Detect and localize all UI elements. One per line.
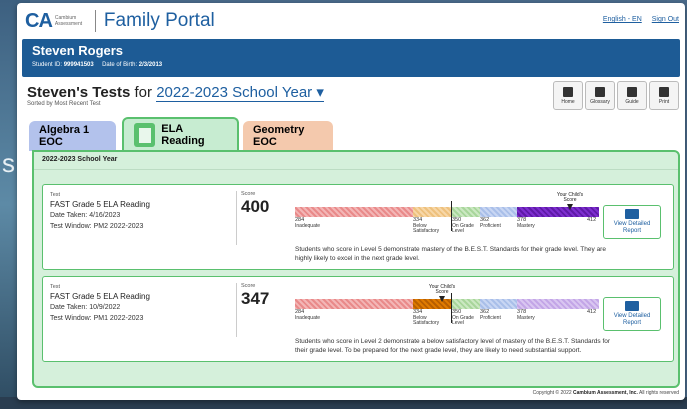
score-marker: Your Child's Score: [427, 285, 457, 302]
test-name: FAST Grade 5 ELA Reading: [50, 200, 150, 209]
portal-window: CA Cambium Assessment Family Portal Engl…: [17, 3, 685, 400]
print-label: Print: [658, 98, 670, 105]
date-label: Date Taken:: [50, 304, 88, 311]
level-1-segment: [295, 207, 413, 217]
panel-year: 2022-2023 School Year: [34, 152, 678, 170]
logo-mark: CA: [25, 9, 53, 32]
tab-ela-label: ELA Reading: [161, 123, 205, 147]
glossary-button[interactable]: Glossary: [585, 81, 615, 110]
copyright-company: Cambium Assessment, Inc.: [573, 390, 638, 396]
date-value: 10/9/2022: [89, 304, 121, 311]
dob-label: Date of Birth:: [102, 62, 138, 68]
view-report-label: View Detailed Report: [613, 221, 651, 234]
score-marker: Your Child's Score: [555, 193, 585, 210]
tests-for: for: [134, 84, 153, 101]
logo-divider: [94, 10, 96, 32]
level-label: On Grade Level: [452, 223, 474, 234]
window-value: PM1 2022-2023: [93, 315, 144, 322]
report-icon: [625, 209, 639, 219]
level-label: Proficient: [480, 223, 501, 229]
level-3-segment: [451, 207, 480, 217]
caret-down-icon: ▾: [316, 84, 324, 101]
score-value: 347: [241, 289, 270, 308]
level-label: Below Satisfactory: [413, 223, 440, 234]
student-id-value: 999941503: [63, 62, 94, 68]
guide-button[interactable]: Guide: [617, 81, 647, 110]
marker-label: Your Child's Score: [428, 284, 456, 295]
glossary-label: Glossary: [590, 98, 610, 105]
subject-tabs: Algebra 1 EOC ELA Reading Geometry EOC: [17, 117, 685, 151]
level-label: Inadequate: [295, 315, 321, 321]
results-panel: 2022-2023 School Year Test FAST Grade 5 …: [32, 150, 680, 388]
date-label: Date Taken:: [50, 212, 88, 219]
copyright-suffix: All rights reserved: [638, 390, 679, 396]
tests-title: Steven's Tests: [27, 84, 131, 101]
test-card: Test FAST Grade 5 ELA Reading Date Taken…: [42, 184, 674, 270]
level-description: Students who score in Level 2 demonstrat…: [295, 338, 611, 354]
portal-title: Family Portal: [103, 10, 215, 31]
student-name: Steven Rogers: [32, 43, 124, 58]
tab-geometry[interactable]: Geometry EOC: [243, 121, 333, 151]
book-icon: [595, 86, 605, 97]
report-icon: [625, 301, 639, 311]
year-select[interactable]: 2022-2023 School Year ▾: [156, 84, 324, 102]
test-label: Test: [50, 284, 61, 290]
year-select-label: 2022-2023 School Year: [156, 84, 313, 101]
tab-algebra[interactable]: Algebra 1 EOC: [29, 121, 116, 151]
student-meta: Student ID: 999941503 Date of Birth: 2/3…: [32, 62, 670, 68]
home-label: Home: [561, 98, 575, 105]
home-icon: [563, 86, 573, 97]
tab-ela-reading[interactable]: ELA Reading: [122, 117, 239, 151]
guide-label: Guide: [625, 98, 639, 105]
test-card: Test FAST Grade 5 ELA Reading Date Taken…: [42, 276, 674, 362]
map-icon: [627, 86, 637, 97]
print-icon: [659, 86, 669, 97]
view-report-button[interactable]: View Detailed Report: [603, 297, 661, 331]
marker-label: Your Child's Score: [556, 192, 584, 203]
level-label: Below Satisfactory: [413, 315, 440, 326]
score-scale: Your Child's Score 284 Inadequate 334 Belo…: [295, 193, 599, 235]
level-label: Mastery: [517, 223, 535, 229]
cut-score: 412: [587, 309, 597, 315]
score-value: 400: [241, 197, 270, 216]
level-2-segment: [413, 207, 451, 217]
background-text: s: [2, 148, 15, 178]
view-report-button[interactable]: View Detailed Report: [603, 205, 661, 239]
top-bar: CA Cambium Assessment Family Portal Engl…: [17, 3, 685, 39]
divider: [236, 283, 237, 337]
signout-link[interactable]: Sign Out: [652, 16, 679, 23]
home-button[interactable]: Home: [553, 81, 583, 110]
copyright-footer: Copyright © 2022 Cambium Assessment, Inc…: [533, 390, 679, 396]
divider: [236, 191, 237, 245]
score-scale: Your Child's Score 284 Inadequate 334 Belo…: [295, 285, 599, 327]
date-value: 4/16/2023: [89, 212, 121, 219]
copyright-prefix: Copyright © 2022: [532, 390, 572, 396]
level-4-segment: [480, 207, 517, 217]
view-report-label: View Detailed Report: [613, 313, 651, 326]
level-4-segment: [480, 299, 517, 309]
language-link[interactable]: English - EN: [603, 16, 642, 23]
window-label: Test Window:: [50, 223, 92, 230]
window-label: Test Window:: [50, 315, 92, 322]
test-label: Test: [50, 192, 61, 198]
level-label: Inadequate: [295, 223, 321, 229]
print-button[interactable]: Print: [649, 81, 679, 110]
test-name: FAST Grade 5 ELA Reading: [50, 292, 150, 301]
cut-score: 412: [587, 217, 597, 223]
book-icon: [134, 123, 156, 147]
marker-arrow-icon: [439, 296, 445, 302]
level-description: Students who score in Level 5 demonstrat…: [295, 246, 606, 262]
dob-value: 2/3/2013: [138, 62, 163, 68]
logo-subtext: Cambium Assessment: [54, 15, 83, 27]
window-value: PM2 2022-2023: [93, 223, 144, 230]
tests-heading: Steven's Tests for 2022-2023 School Year…: [17, 77, 685, 117]
level-5-segment: [517, 299, 599, 309]
level-label: On Grade Level: [452, 315, 474, 326]
level-1-segment: [295, 299, 413, 309]
level-label: Proficient: [480, 315, 501, 321]
marker-arrow-icon: [567, 204, 573, 210]
level-label: Mastery: [517, 315, 535, 321]
student-banner: Steven Rogers Student ID: 999941503 Date…: [22, 39, 680, 77]
student-id-label: Student ID:: [32, 62, 63, 68]
